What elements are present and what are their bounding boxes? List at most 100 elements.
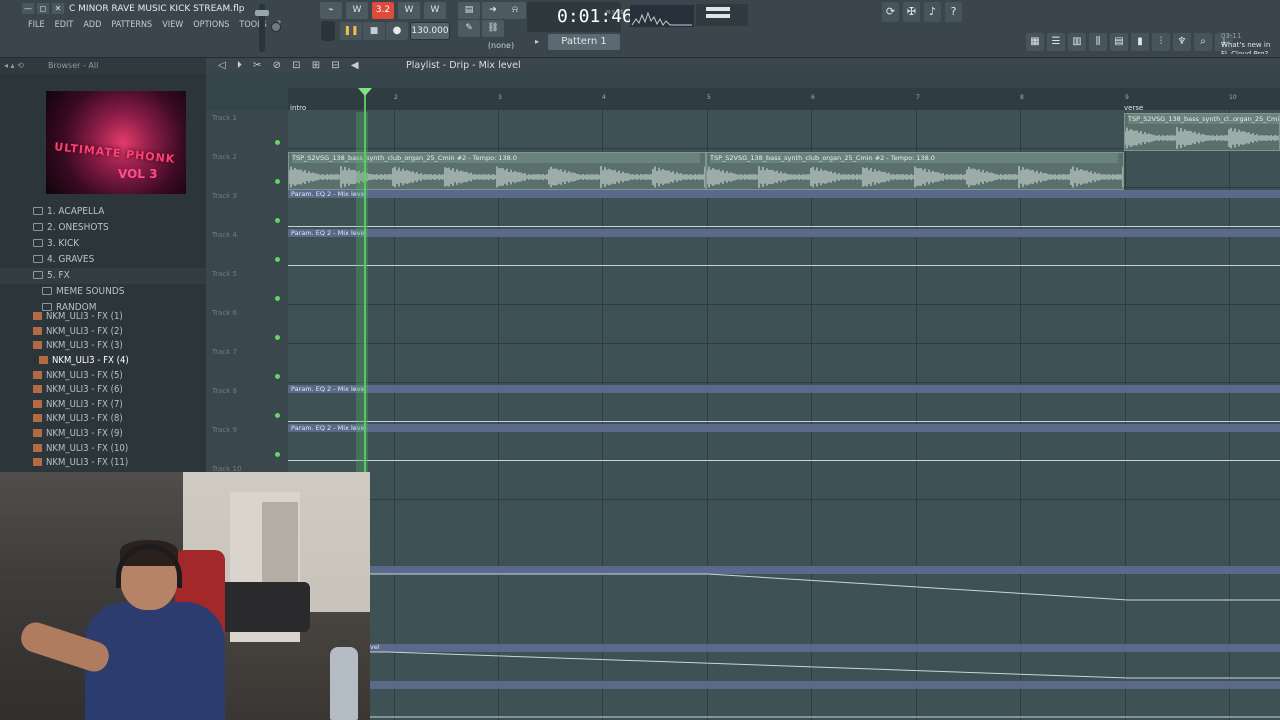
stop-button[interactable]: ■ — [363, 22, 385, 40]
automation-curve[interactable] — [288, 651, 1280, 679]
folder-item[interactable]: 1. ACAPELLA — [0, 204, 206, 220]
timeline-marker[interactable]: verse — [1124, 104, 1143, 112]
track-name[interactable]: Track 5 — [212, 270, 237, 278]
file-item[interactable]: NKM_ULI3 - FX (11) — [0, 455, 206, 470]
file-item[interactable]: NKM_ULI3 - FX (5) — [0, 368, 206, 383]
playhead-marker[interactable] — [358, 88, 372, 96]
timeline-marker[interactable]: intro — [290, 104, 306, 112]
plugin-picker-icon[interactable]: ♆ — [1173, 33, 1191, 51]
help-icon[interactable]: ? — [945, 2, 962, 22]
track-mute-led[interactable] — [275, 257, 280, 262]
loop-record-button[interactable]: W — [424, 2, 446, 19]
countdown-button[interactable]: 3.2 — [372, 2, 394, 19]
track-name[interactable]: Track 7 — [212, 348, 237, 356]
wait-button[interactable]: W — [346, 2, 368, 19]
tools-icon[interactable]: ✠ — [903, 2, 920, 22]
track-mute-led[interactable] — [275, 413, 280, 418]
automation-curve[interactable] — [288, 460, 1280, 461]
track-mute-led[interactable] — [275, 218, 280, 223]
automation-clip-header[interactable] — [288, 681, 1280, 689]
news-panel[interactable]: 03-11 What's new in FL Cloud Pro? — [1221, 32, 1280, 54]
track-name[interactable]: Track 6 — [212, 309, 237, 317]
automation-clip-header[interactable] — [288, 644, 1280, 652]
automation-clip[interactable]: Param. EQ 2 - Mix level — [288, 424, 1280, 462]
microphone-record-icon[interactable]: ⌕ — [1194, 33, 1212, 51]
mixer-icon[interactable]: ⫼ — [1089, 33, 1107, 51]
microphone-icon[interactable]: ♪ — [924, 2, 941, 22]
tempo-display[interactable]: 130.000 — [410, 22, 450, 40]
browser-icon[interactable]: ▤ — [1110, 33, 1128, 51]
track-mute-led[interactable] — [275, 179, 280, 184]
song-time-display[interactable]: 0:01:46 — [527, 2, 633, 32]
refresh-icon[interactable]: ⟳ — [882, 2, 899, 22]
metronome-button[interactable]: ⌁ — [320, 2, 342, 19]
automation-clip[interactable]: Param. EQ 2 - Mix level — [288, 385, 1280, 423]
audio-icon[interactable]: ⫶ — [1152, 33, 1170, 51]
file-item[interactable]: NKM_ULI3 - FX (4) — [0, 353, 206, 368]
pen-icon[interactable]: ✎ — [458, 20, 480, 37]
menu-edit[interactable]: EDIT — [51, 18, 78, 32]
track-name[interactable]: Track 9 — [212, 426, 237, 434]
close-button[interactable]: ✕ — [52, 3, 64, 14]
pattern-prev-arrow[interactable]: ▸ — [535, 34, 545, 50]
track-name[interactable]: Track 8 — [212, 387, 237, 395]
playlist-icon[interactable]: ▦ — [1026, 33, 1044, 51]
menu-tools[interactable]: TOOLS — [235, 18, 270, 32]
folder-item[interactable]: 2. ONESHOTS — [0, 220, 206, 236]
master-pitch-knob[interactable] — [271, 22, 281, 32]
restore-button[interactable]: ◻ — [37, 3, 49, 14]
file-item[interactable]: NKM_ULI3 - FX (9) — [0, 426, 206, 441]
snap-selector[interactable]: (none) — [481, 40, 521, 52]
automation-curve[interactable] — [288, 226, 1280, 227]
folder-item[interactable]: MEME SOUNDS — [0, 284, 206, 300]
playlist-grid[interactable]: TSP_S2VSG_138_bass_synth_club_organ_25_C… — [288, 110, 1280, 720]
track-mute-led[interactable] — [275, 140, 280, 145]
channel-rack-icon[interactable]: ☰ — [1047, 33, 1065, 51]
menu-patterns[interactable]: PATTERNS — [107, 18, 156, 32]
record-button[interactable]: ● — [386, 22, 408, 40]
track-name[interactable]: Track 3 — [212, 192, 237, 200]
menu-options[interactable]: OPTIONS — [189, 18, 233, 32]
automation-curve[interactable] — [288, 573, 1280, 601]
playhead[interactable] — [364, 92, 366, 472]
file-item[interactable]: NKM_ULI3 - FX (10) — [0, 441, 206, 456]
automation-clip[interactable]: Param. EQ 2 - Mix level — [288, 229, 1280, 267]
playlist-tools[interactable]: ◁ ⏵ ✂ ⊘ ⊡ ⊞ ⊟ ◀ — [218, 58, 363, 73]
bell-icon[interactable]: ⍾ — [504, 2, 526, 19]
track-mute-led[interactable] — [275, 335, 280, 340]
menu-file[interactable]: FILE — [24, 18, 49, 32]
track-name[interactable]: Track 4 — [212, 231, 237, 239]
folder-item[interactable]: 4. GRAVES — [0, 252, 206, 268]
audio-clip[interactable]: TSP_S2VSG_138_bass_synth_club_organ_25_C… — [288, 152, 706, 190]
pattern-song-toggle[interactable] — [321, 21, 335, 41]
file-item[interactable]: NKM_ULI3 - FX (7) — [0, 397, 206, 412]
file-item[interactable]: NKM_ULI3 - FX (2) — [0, 324, 206, 339]
play-button[interactable]: ❚❚ — [340, 22, 362, 40]
audio-clip[interactable]: TSP_S2VSG_138_bass_synth_cl..organ_25_Cm… — [1124, 113, 1280, 151]
arrow-icon[interactable]: ➜ — [482, 2, 504, 19]
track-mute-led[interactable] — [275, 374, 280, 379]
automation-curve[interactable] — [288, 265, 1280, 266]
folder-item[interactable]: 3. KICK — [0, 236, 206, 252]
pattern-selector[interactable]: Pattern 1 — [548, 34, 620, 50]
folder-item[interactable]: 5. FX — [0, 268, 206, 284]
file-item[interactable]: NKM_ULI3 - FX (1) — [0, 309, 206, 324]
automation-clip[interactable]: Param. EQ 2 - Mix level — [288, 190, 1280, 228]
browser-nav-icons[interactable]: ◂ ▴ ⟲ — [4, 58, 24, 74]
track-mute-led[interactable] — [275, 296, 280, 301]
file-item[interactable]: NKM_ULI3 - FX (3) — [0, 338, 206, 353]
master-volume-handle[interactable] — [255, 10, 269, 16]
plugin-icon[interactable]: ▮ — [1131, 33, 1149, 51]
menu-view[interactable]: VIEW — [158, 18, 187, 32]
step-edit-button[interactable]: W — [398, 2, 420, 19]
menu-add[interactable]: ADD — [79, 18, 105, 32]
typing-keyboard-icon[interactable]: ▤ — [458, 2, 480, 19]
file-item[interactable]: NKM_ULI3 - FX (6) — [0, 382, 206, 397]
piano-roll-icon[interactable]: ▥ — [1068, 33, 1086, 51]
file-item[interactable]: NKM_ULI3 - FX (8) — [0, 411, 206, 426]
audio-clip[interactable]: TSP_S2VSG_138_bass_synth_club_organ_25_C… — [706, 152, 1124, 190]
automation-curve[interactable] — [288, 421, 1280, 422]
minimize-button[interactable]: — — [22, 3, 34, 14]
browser-header[interactable]: Browser - All — [0, 58, 206, 74]
track-mute-led[interactable] — [275, 452, 280, 457]
